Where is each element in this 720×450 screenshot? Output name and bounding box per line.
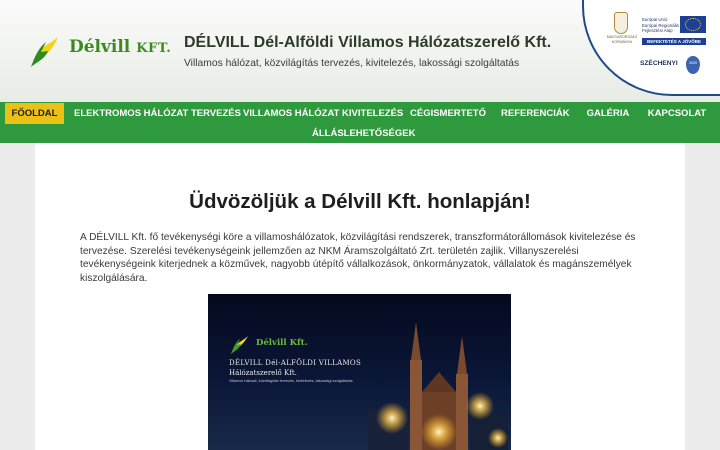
- eu-fund-text: Európai Unió Európai Regionális Fejleszt…: [642, 17, 679, 33]
- nav-item-fooldal[interactable]: FŐOLDAL: [5, 103, 64, 124]
- government-label: MAGYARORSZÁG KORMÁNYA: [606, 35, 638, 44]
- eu-slogan-bar: BEFEKTETÉS A JÖVŐBE: [642, 38, 706, 45]
- nav-item-villamos-halozat-kivitelezes[interactable]: VILLAMOS HÁLÓZAT KIVITELEZÉS: [243, 103, 403, 124]
- site-title[interactable]: DÉLVILL Dél-Alföldi Villamos Hálózatszer…: [184, 34, 551, 52]
- szechenyi-pin-icon: 2020: [686, 56, 700, 74]
- promo-brand: Délvill Kft.: [256, 338, 308, 348]
- nav-item-elektromos-halozat-tervezes[interactable]: ELEKTROMOS HÁLÓZAT TERVEZÉS: [74, 103, 241, 124]
- promo-image: Délvill Kft. DÉLVILL Dél-ALFÖLDI VILLAMO…: [208, 294, 511, 450]
- page-heading: Üdvözöljük a Délvill Kft. honlapján!: [189, 190, 531, 213]
- lightning-leaf-icon: [31, 37, 58, 67]
- promo-title-line2: Hálózatszerelő Kft.: [229, 369, 297, 377]
- promo-title-line1: DÉLVILL Dél-ALFÖLDI VILLAMOS: [229, 359, 362, 367]
- hungarian-crest-icon: [614, 12, 628, 34]
- intro-paragraph: A DÉLVILL Kft. fő tevékenységi köre a vi…: [80, 232, 636, 284]
- nav-item-kapcsolat[interactable]: KAPCSOLAT: [646, 103, 708, 124]
- nav-item-cegismerteto[interactable]: CÉGISMERTETŐ: [410, 103, 486, 124]
- szechenyi-label: SZÉCHENYI: [640, 60, 678, 67]
- site-header: Délvill KFT. DÉLVILL Dél-Alföldi Villamo…: [0, 0, 720, 102]
- nav-item-galeria[interactable]: GALÉRIA: [584, 103, 632, 124]
- promo-tagline: Villamos hálózat, közvilágítás tervezés,…: [229, 379, 353, 383]
- site-logo[interactable]: Délvill KFT.: [28, 33, 171, 71]
- main-navigation: FŐOLDAL ELEKTROMOS HÁLÓZAT TERVEZÉS VILL…: [0, 102, 720, 143]
- site-tagline: Villamos hálózat, közvilágítás tervezés,…: [184, 58, 520, 69]
- nav-item-referenciak[interactable]: REFERENCIÁK: [501, 103, 570, 124]
- nav-item-allaslehetosegek[interactable]: ÁLLÁSLEHETŐSÉGEK: [312, 123, 415, 144]
- szechenyi-2020-badge[interactable]: MAGYARORSZÁG KORMÁNYA Európai Unió Európ…: [582, 0, 720, 96]
- eu-flag-icon: [680, 16, 706, 33]
- church-night-photo: [368, 322, 508, 450]
- main-content: Üdvözöljük a Délvill Kft. honlapján! A D…: [35, 143, 685, 450]
- logo-text: Délvill KFT.: [69, 37, 172, 57]
